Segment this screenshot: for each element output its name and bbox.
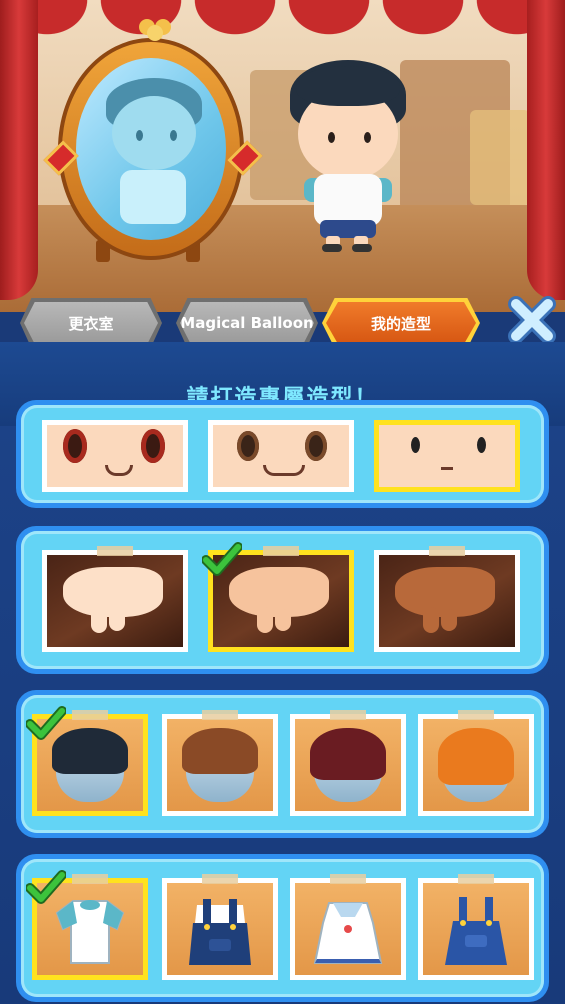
face-option-dot-eyes[interactable]: [374, 420, 520, 492]
magic-mirror: [43, 38, 263, 260]
curtain-valance: [0, 0, 565, 40]
hair-icon: [181, 728, 259, 775]
tab-my-style-label: 我的造型: [326, 302, 476, 344]
eye-icon: [305, 431, 327, 461]
dress-icon: [313, 902, 383, 964]
bow-icon: [139, 19, 171, 41]
overalls-icon: [189, 899, 251, 965]
tab-magical-balloon[interactable]: Magical Balloon: [176, 298, 318, 348]
curtain-right: [527, 0, 565, 300]
eye-icon: [411, 437, 420, 453]
eye-icon: [141, 429, 165, 463]
outfit-option-navy-overalls[interactable]: [162, 874, 278, 980]
skin-option-dark[interactable]: [374, 546, 520, 652]
background-box: [470, 110, 530, 205]
eye-icon: [477, 437, 486, 453]
face-option-brown-eyes[interactable]: [208, 420, 354, 492]
outfit-option-white-sailor-dress[interactable]: [290, 874, 406, 980]
mouth-icon: [105, 465, 133, 476]
hair-icon: [437, 728, 515, 786]
hair-option-orange[interactable]: [418, 710, 534, 816]
mouth-icon: [441, 467, 453, 470]
hair-option-brown[interactable]: [162, 710, 278, 816]
tab-magical-balloon-label: Magical Balloon: [180, 302, 314, 344]
checkmark-icon: [202, 542, 242, 576]
avatar-preview-scene: [0, 0, 565, 318]
mirror-glass: [76, 58, 226, 240]
tab-dressing-room[interactable]: 更衣室: [20, 298, 162, 348]
mouth-icon: [263, 465, 305, 476]
tab-dressing-room-label: 更衣室: [24, 302, 158, 344]
checkmark-icon: [26, 706, 66, 740]
face-option-red-eyes[interactable]: [42, 420, 188, 492]
curtain-left: [0, 0, 38, 300]
eye-icon: [63, 429, 87, 463]
eye-icon: [237, 431, 259, 461]
skin-option-light[interactable]: [42, 546, 188, 652]
overall-dress-icon: [445, 897, 507, 965]
tab-my-style[interactable]: 我的造型: [322, 298, 480, 348]
close-icon[interactable]: [506, 294, 558, 346]
hair-icon: [309, 728, 387, 780]
outfit-option-blue-overall-dress[interactable]: [418, 874, 534, 980]
checkmark-icon: [26, 870, 66, 904]
hair-option-dark-red[interactable]: [290, 710, 406, 816]
